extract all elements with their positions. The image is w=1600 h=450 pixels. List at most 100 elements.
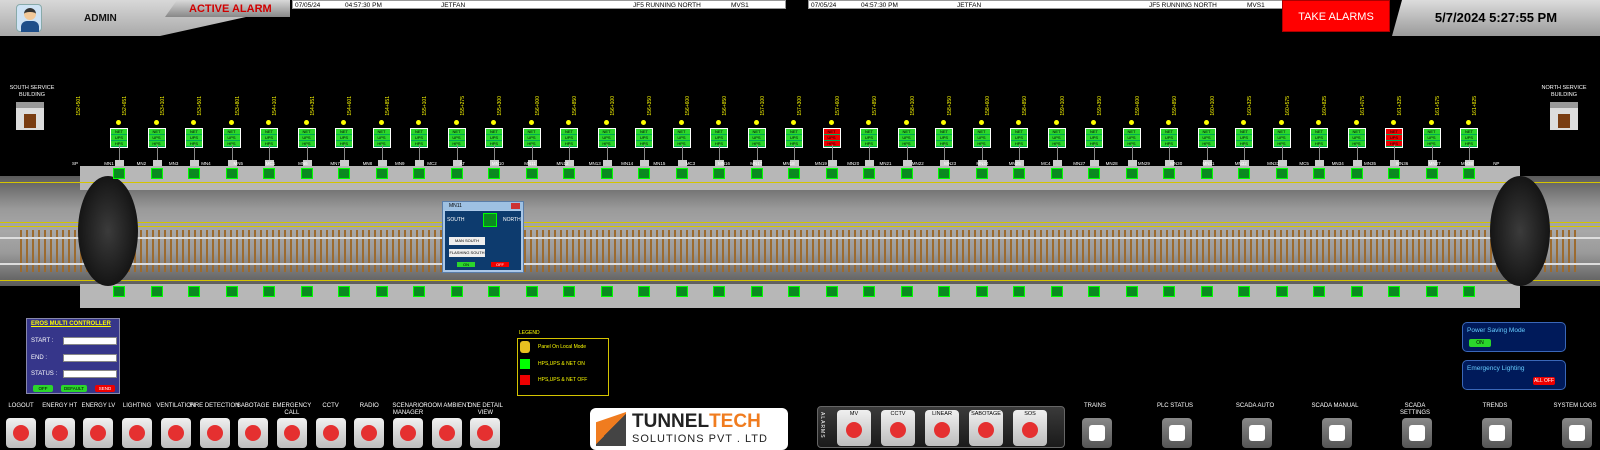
trends-button[interactable]	[1482, 418, 1512, 448]
eros-default-button[interactable]: DEFAULT	[61, 385, 87, 392]
north-exit-sign-icon[interactable]	[1088, 168, 1100, 179]
lighting-button[interactable]	[122, 418, 153, 448]
north-exit-sign-icon[interactable]	[675, 168, 688, 179]
south-exit-sign-icon[interactable]	[488, 286, 500, 297]
south-exit-sign-icon[interactable]	[1388, 286, 1400, 297]
north-exit-sign-icon[interactable]	[1388, 168, 1400, 179]
south-exit-sign-icon[interactable]	[675, 286, 688, 297]
south-exit-sign-icon[interactable]	[825, 286, 838, 297]
north-exit-sign-icon[interactable]	[1425, 168, 1438, 179]
system-logs-button[interactable]	[1562, 418, 1592, 448]
south-exit-sign-icon[interactable]	[600, 286, 613, 297]
north-exit-sign-icon[interactable]	[1013, 168, 1025, 179]
alarm-sabotage-button[interactable]: SABOTAGE	[969, 410, 1003, 446]
south-exit-sign-icon[interactable]	[1425, 286, 1438, 297]
south-exit-sign-icon[interactable]	[263, 286, 275, 297]
south-exit-sign-icon[interactable]	[1163, 286, 1175, 297]
north-exit-sign-icon[interactable]	[1350, 168, 1363, 179]
north-exit-sign-icon[interactable]	[863, 168, 875, 179]
man-south-button[interactable]: MAN SOUTH	[449, 237, 485, 245]
south-service-building-icon[interactable]	[16, 102, 44, 130]
south-exit-sign-icon[interactable]	[975, 286, 988, 297]
north-exit-sign-icon[interactable]	[263, 168, 275, 179]
logout-button[interactable]	[6, 418, 36, 448]
south-exit-sign-icon[interactable]	[225, 286, 238, 297]
ventilation-button[interactable]	[160, 418, 191, 448]
north-exit-sign-icon[interactable]	[750, 168, 763, 179]
south-exit-sign-icon[interactable]	[150, 286, 163, 297]
south-exit-sign-icon[interactable]	[338, 286, 350, 297]
north-exit-sign-icon[interactable]	[150, 168, 163, 179]
south-exit-sign-icon[interactable]	[788, 286, 800, 297]
south-exit-sign-icon[interactable]	[1313, 286, 1325, 297]
south-exit-sign-icon[interactable]	[863, 286, 875, 297]
alarm-row[interactable]: 07/05/24 04:57:30 PM JETFAN JF5 RUNNING …	[292, 0, 786, 9]
alarm-sos-button[interactable]: SOS	[1013, 410, 1047, 446]
north-exit-sign-icon[interactable]	[300, 168, 313, 179]
south-exit-sign-icon[interactable]	[1463, 286, 1475, 297]
south-exit-sign-icon[interactable]	[1200, 286, 1213, 297]
north-exit-sign-icon[interactable]	[975, 168, 988, 179]
energy-ht-button[interactable]	[44, 418, 75, 448]
room-ambient-button[interactable]	[431, 418, 462, 448]
south-exit-sign-icon[interactable]	[1013, 286, 1025, 297]
close-icon[interactable]	[511, 203, 520, 209]
north-exit-sign-icon[interactable]	[788, 168, 800, 179]
cctv-button[interactable]	[315, 418, 346, 448]
alarm-linear-button[interactable]: LINEAR	[925, 410, 959, 446]
south-exit-sign-icon[interactable]	[750, 286, 763, 297]
eros-send-button[interactable]: SEND	[95, 385, 115, 392]
south-exit-sign-icon[interactable]	[375, 286, 388, 297]
fire-detection-button[interactable]	[199, 418, 230, 448]
eros-off-button[interactable]: OFF	[33, 385, 53, 392]
north-exit-sign-icon[interactable]	[413, 168, 425, 179]
south-exit-sign-icon[interactable]	[188, 286, 200, 297]
on-button[interactable]: ON	[457, 262, 475, 267]
north-exit-sign-icon[interactable]	[1313, 168, 1325, 179]
north-exit-sign-icon[interactable]	[900, 168, 913, 179]
south-exit-sign-icon[interactable]	[1050, 286, 1063, 297]
alarm-cctv-button[interactable]: CCTV	[881, 410, 915, 446]
north-exit-sign-icon[interactable]	[638, 168, 650, 179]
one-detail-view-button[interactable]	[470, 418, 501, 448]
south-exit-sign-icon[interactable]	[938, 286, 950, 297]
north-exit-sign-icon[interactable]	[1125, 168, 1138, 179]
user-avatar-icon[interactable]	[16, 4, 42, 32]
south-exit-sign-icon[interactable]	[413, 286, 425, 297]
north-exit-sign-icon[interactable]	[225, 168, 238, 179]
north-exit-sign-icon[interactable]	[1050, 168, 1063, 179]
north-exit-sign-icon[interactable]	[1238, 168, 1250, 179]
north-exit-sign-icon[interactable]	[525, 168, 538, 179]
north-service-building-icon[interactable]	[1550, 102, 1578, 130]
north-exit-sign-icon[interactable]	[488, 168, 500, 179]
scada-settings-button[interactable]	[1402, 418, 1432, 448]
scada-manual-button[interactable]	[1322, 418, 1352, 448]
north-exit-sign-icon[interactable]	[1275, 168, 1288, 179]
north-exit-sign-icon[interactable]	[713, 168, 725, 179]
trains-button[interactable]	[1082, 418, 1112, 448]
energy-lv-button[interactable]	[83, 418, 114, 448]
exit-sign-icon[interactable]	[483, 213, 497, 227]
north-exit-sign-icon[interactable]	[1200, 168, 1213, 179]
north-exit-sign-icon[interactable]	[938, 168, 950, 179]
eros-status-field[interactable]	[63, 370, 117, 378]
south-exit-sign-icon[interactable]	[563, 286, 575, 297]
take-alarms-button[interactable]: TAKE ALARMS	[1282, 0, 1390, 32]
eros-start-field[interactable]	[63, 337, 117, 345]
south-exit-sign-icon[interactable]	[900, 286, 913, 297]
south-exit-sign-icon[interactable]	[1125, 286, 1138, 297]
emergency-lighting-toggle[interactable]: ALL OFF	[1533, 377, 1555, 385]
panel-popup[interactable]: MN11 SOUTH NORTH MAN SOUTH FLASHING SOUT…	[442, 201, 524, 273]
south-exit-sign-icon[interactable]	[638, 286, 650, 297]
scada-auto-button[interactable]	[1242, 418, 1272, 448]
south-exit-sign-icon[interactable]	[1275, 286, 1288, 297]
north-exit-sign-icon[interactable]	[825, 168, 838, 179]
north-exit-sign-icon[interactable]	[113, 168, 125, 179]
south-exit-sign-icon[interactable]	[450, 286, 463, 297]
south-exit-sign-icon[interactable]	[525, 286, 538, 297]
scenario-manager-button[interactable]	[393, 418, 423, 448]
alarm-mv-button[interactable]: MV	[837, 410, 871, 446]
south-exit-sign-icon[interactable]	[1238, 286, 1250, 297]
power-saving-toggle[interactable]: ON	[1469, 339, 1491, 347]
flashing-south-button[interactable]: FLASHING SOUTH	[449, 249, 485, 257]
